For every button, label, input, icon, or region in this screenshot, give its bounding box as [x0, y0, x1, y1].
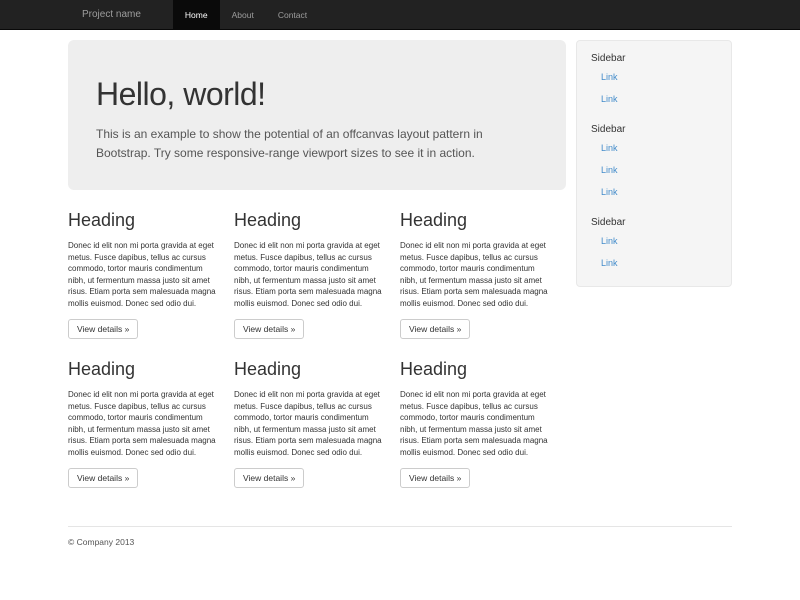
card-1: Heading Donec id elit non mi porta gravi…	[68, 210, 234, 339]
card-body-text: Donec id elit non mi porta gravida at eg…	[234, 389, 384, 458]
sidebar-group-1: Sidebar Link Link	[577, 53, 731, 110]
sidebar-link[interactable]: Link	[577, 252, 731, 274]
navbar-brand[interactable]: Project name	[68, 0, 155, 30]
main-column: Hello, world! This is an example to show…	[68, 40, 566, 508]
page-container: Hello, world! This is an example to show…	[68, 30, 732, 577]
card-heading: Heading	[68, 210, 218, 231]
card-body-text: Donec id elit non mi porta gravida at eg…	[68, 389, 218, 458]
view-details-button[interactable]: View details »	[68, 468, 138, 488]
view-details-button[interactable]: View details »	[68, 319, 138, 339]
cards-row-1: Heading Donec id elit non mi porta gravi…	[68, 210, 566, 339]
card-body-text: Donec id elit non mi porta gravida at eg…	[400, 389, 550, 458]
jumbotron-title: Hello, world!	[96, 76, 538, 113]
jumbotron-description: This is an example to show the potential…	[96, 125, 516, 163]
sidebar-group-3: Sidebar Link Link	[577, 217, 731, 274]
sidebar: Sidebar Link Link Sidebar Link Link Link…	[576, 40, 732, 287]
sidebar-link[interactable]: Link	[577, 181, 731, 203]
sidebar-group-2: Sidebar Link Link Link	[577, 124, 731, 203]
sidebar-heading: Sidebar	[577, 217, 731, 228]
jumbotron: Hello, world! This is an example to show…	[68, 40, 566, 190]
cards-row-2: Heading Donec id elit non mi porta gravi…	[68, 359, 566, 488]
view-details-button[interactable]: View details »	[234, 468, 304, 488]
sidebar-link[interactable]: Link	[577, 230, 731, 252]
view-details-button[interactable]: View details »	[400, 319, 470, 339]
card-6: Heading Donec id elit non mi porta gravi…	[400, 359, 566, 488]
navbar-menu: Home About Contact	[173, 0, 319, 30]
nav-link-about[interactable]: About	[220, 0, 266, 30]
nav-item-home[interactable]: Home	[173, 0, 220, 30]
card-body-text: Donec id elit non mi porta gravida at eg…	[234, 240, 384, 309]
sidebar-link[interactable]: Link	[577, 88, 731, 110]
sidebar-link[interactable]: Link	[577, 159, 731, 181]
top-navbar: Project name Home About Contact	[0, 0, 800, 30]
card-heading: Heading	[234, 359, 384, 380]
card-heading: Heading	[234, 210, 384, 231]
sidebar-column: Sidebar Link Link Sidebar Link Link Link…	[566, 40, 732, 287]
card-heading: Heading	[68, 359, 218, 380]
card-heading: Heading	[400, 210, 550, 231]
card-body-text: Donec id elit non mi porta gravida at eg…	[400, 240, 550, 309]
card-3: Heading Donec id elit non mi porta gravi…	[400, 210, 566, 339]
sidebar-heading: Sidebar	[577, 124, 731, 135]
card-body-text: Donec id elit non mi porta gravida at eg…	[68, 240, 218, 309]
card-5: Heading Donec id elit non mi porta gravi…	[234, 359, 400, 488]
sidebar-link[interactable]: Link	[577, 137, 731, 159]
sidebar-link[interactable]: Link	[577, 66, 731, 88]
page-footer: © Company 2013	[68, 526, 732, 577]
nav-link-contact[interactable]: Contact	[266, 0, 319, 30]
card-2: Heading Donec id elit non mi porta gravi…	[234, 210, 400, 339]
sidebar-heading: Sidebar	[577, 53, 731, 64]
view-details-button[interactable]: View details »	[234, 319, 304, 339]
card-4: Heading Donec id elit non mi porta gravi…	[68, 359, 234, 488]
nav-link-home[interactable]: Home	[173, 0, 220, 30]
card-heading: Heading	[400, 359, 550, 380]
copyright-text: © Company 2013	[68, 537, 732, 547]
nav-item-contact[interactable]: Contact	[266, 0, 319, 30]
nav-item-about[interactable]: About	[220, 0, 266, 30]
view-details-button[interactable]: View details »	[400, 468, 470, 488]
